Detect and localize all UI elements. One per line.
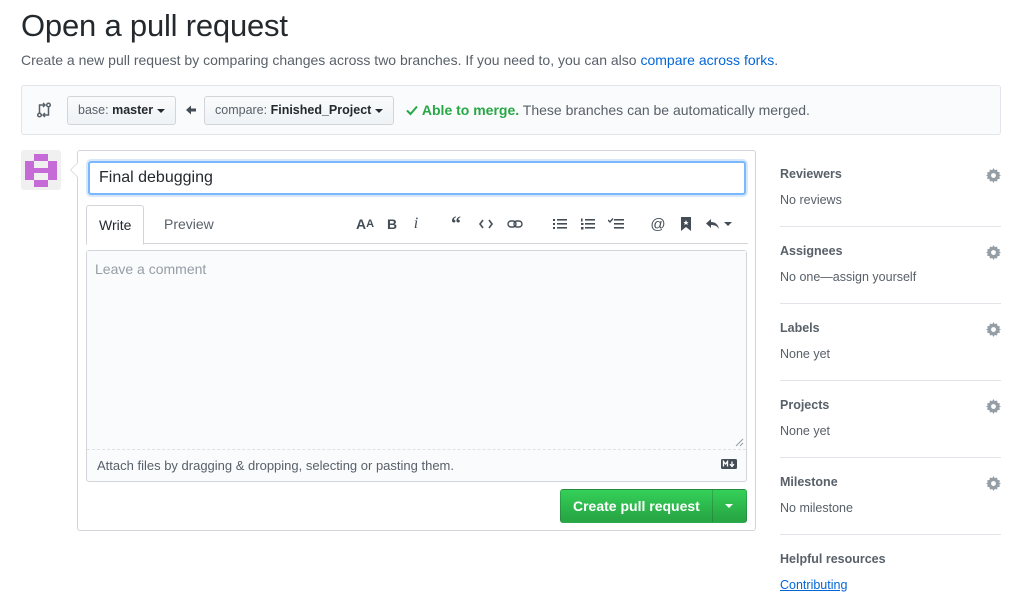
gear-icon[interactable]	[986, 245, 1001, 260]
gear-icon[interactable]	[986, 168, 1001, 183]
bullet-list-icon[interactable]	[550, 215, 570, 233]
identicon-icon	[21, 150, 61, 190]
link-icon[interactable]	[505, 215, 525, 233]
sidebar-reviewers: Reviewers No reviews	[780, 150, 1001, 227]
description-suffix: .	[774, 52, 779, 68]
sidebar-labels: Labels None yet	[780, 304, 1001, 381]
labels-value: None yet	[780, 347, 831, 361]
bold-icon[interactable]: B	[382, 215, 402, 233]
compare-prefix: compare:	[215, 103, 268, 117]
tabs-divider	[86, 243, 748, 244]
bookmark-icon[interactable]	[676, 215, 696, 233]
merge-ok-text: Able to merge.	[421, 102, 520, 118]
markdown-icon[interactable]	[721, 459, 737, 469]
tab-preview[interactable]: Preview	[152, 205, 226, 243]
sidebar: Reviewers No reviews Assignees No one—as…	[780, 150, 1001, 610]
create-pr-button-group: Create pull request	[560, 489, 747, 523]
compare-branch-name: Finished_Project	[270, 103, 372, 117]
mention-icon[interactable]: @	[648, 215, 668, 233]
text-size-icon[interactable]: AA	[354, 215, 376, 233]
branch-range-bar: base: master compare: Finished_Project A…	[21, 85, 1001, 135]
reply-icon[interactable]	[702, 215, 734, 233]
chevron-down-icon	[375, 108, 384, 113]
gear-icon[interactable]	[986, 399, 1001, 414]
title-input[interactable]	[88, 161, 746, 195]
reviewers-heading: Reviewers	[780, 167, 842, 181]
gear-icon[interactable]	[986, 476, 1001, 491]
assignees-heading: Assignees	[780, 244, 843, 258]
comment-textarea[interactable]	[87, 251, 746, 450]
italic-icon[interactable]: i	[406, 215, 426, 233]
sidebar-assignees: Assignees No one—assign yourself	[780, 227, 1001, 304]
compare-branch-select[interactable]: compare: Finished_Project	[204, 96, 395, 125]
check-icon	[406, 105, 418, 116]
projects-heading: Projects	[780, 398, 830, 412]
code-icon[interactable]	[476, 215, 496, 233]
quote-icon[interactable]: “	[446, 213, 466, 235]
comment-area: Attach files by dragging & dropping, sel…	[86, 250, 747, 482]
task-list-icon[interactable]	[606, 215, 626, 233]
tab-write[interactable]: Write	[86, 205, 145, 245]
resize-handle-icon[interactable]	[734, 437, 744, 447]
merge-detail-text: These branches can be automatically merg…	[522, 102, 810, 118]
page-description: Create a new pull request by comparing c…	[21, 52, 778, 68]
projects-value: None yet	[780, 424, 831, 438]
avatar[interactable]	[21, 150, 61, 190]
pull-request-form: Write Preview AA B i “ @	[70, 150, 756, 531]
attach-files-text[interactable]: Attach files by dragging & dropping, sel…	[97, 458, 454, 473]
sidebar-milestone: Milestone No milestone	[780, 458, 1001, 535]
base-prefix: base:	[78, 103, 109, 117]
contributing-link[interactable]: Contributing	[780, 578, 847, 592]
create-pull-request-button[interactable]: Create pull request	[560, 489, 713, 523]
reviewers-value: No reviews	[780, 193, 842, 207]
page-title: Open a pull request	[21, 8, 288, 43]
chevron-down-icon	[725, 504, 734, 508]
gear-icon[interactable]	[986, 322, 1001, 337]
resources-heading: Helpful resources	[780, 552, 886, 566]
milestone-value: No milestone	[780, 501, 853, 515]
compare-icon	[36, 102, 52, 118]
create-options-dropdown[interactable]	[712, 489, 747, 523]
sidebar-projects: Projects None yet	[780, 381, 1001, 458]
description-text: Create a new pull request by comparing c…	[21, 52, 641, 68]
arrow-left-icon	[186, 105, 196, 115]
compare-across-forks-link[interactable]: compare across forks	[640, 52, 774, 68]
milestone-heading: Milestone	[780, 475, 838, 489]
base-branch-name: master	[112, 103, 154, 117]
numbered-list-icon[interactable]	[578, 215, 598, 233]
base-branch-select[interactable]: base: master	[67, 96, 177, 125]
assignees-value[interactable]: No one—assign yourself	[780, 270, 916, 284]
merge-status: Able to merge. These branches can be aut…	[406, 102, 810, 118]
sidebar-helpful-resources: Helpful resources Contributing	[780, 535, 1001, 610]
chevron-down-icon	[157, 108, 166, 113]
editor-tabs: Write Preview AA B i “ @	[86, 205, 748, 245]
labels-heading: Labels	[780, 321, 820, 335]
